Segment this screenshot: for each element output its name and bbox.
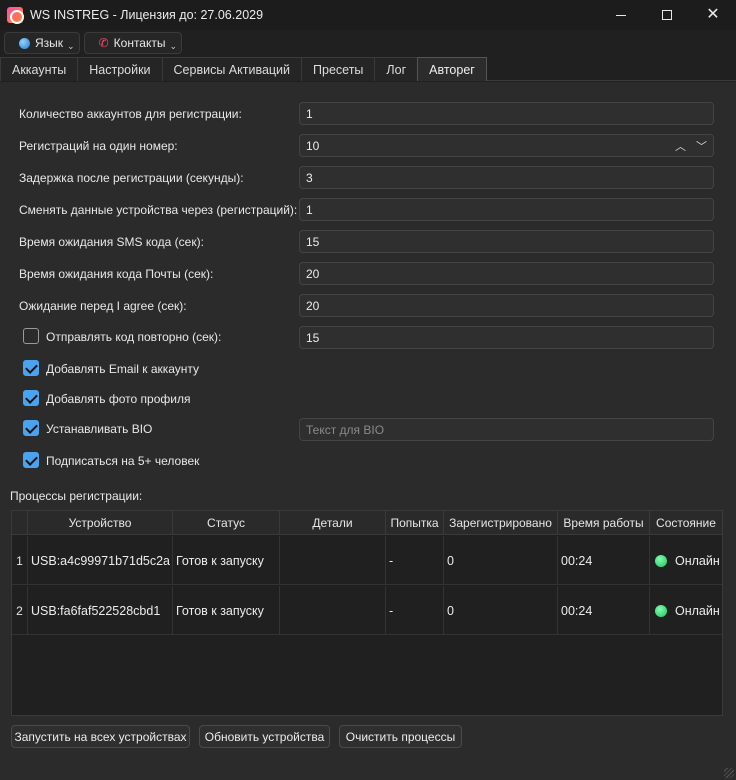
cell-attempt: - bbox=[385, 586, 443, 635]
tab-presets[interactable]: Пресеты bbox=[301, 57, 376, 81]
sms-wait-field[interactable]: 15 bbox=[299, 230, 714, 253]
column-attempt[interactable]: Попытка bbox=[385, 511, 443, 535]
tab-activation-services[interactable]: Сервисы Активаций bbox=[161, 57, 303, 81]
change-device-field[interactable]: 1 bbox=[299, 198, 714, 221]
table-row[interactable]: 1 USB:a4c99971b71d5c2a Готов к запуску -… bbox=[12, 536, 722, 585]
cell-details bbox=[279, 586, 385, 635]
start-all-button[interactable]: Запустить на всех устройствах bbox=[11, 725, 190, 748]
cell-registered: 0 bbox=[443, 536, 557, 585]
language-menu-button[interactable]: Язык ⌄ bbox=[4, 32, 80, 54]
add-email-label: Добавлять Email к аккаунту bbox=[46, 362, 200, 376]
app-logo-icon bbox=[7, 7, 24, 24]
delay-after-reg-label: Задержка после регистрации (секунды): bbox=[19, 171, 244, 185]
window-title: WS INSTREG - Лицензия до: 27.06.2029 bbox=[30, 8, 264, 22]
accounts-count-label: Количество аккаунтов для регистрации: bbox=[19, 107, 242, 121]
cell-attempt: - bbox=[385, 536, 443, 585]
minimize-icon bbox=[616, 14, 626, 16]
clear-processes-button[interactable]: Очистить процессы bbox=[339, 725, 462, 748]
menubar: Язык ⌄ ✆ Контакты ⌄ bbox=[0, 32, 736, 55]
processes-title: Процессы регистрации: bbox=[10, 489, 143, 503]
delay-after-reg-field[interactable]: 3 bbox=[299, 166, 714, 189]
add-photo-label: Добавлять фото профиля bbox=[46, 392, 191, 406]
accounts-count-field[interactable]: 1 bbox=[299, 102, 714, 125]
column-details[interactable]: Детали bbox=[279, 511, 385, 535]
mail-wait-field[interactable]: 20 bbox=[299, 262, 714, 285]
state-label: Онлайн bbox=[675, 553, 720, 568]
follow-checkbox[interactable] bbox=[23, 452, 39, 468]
cell-registered: 0 bbox=[443, 586, 557, 635]
globe-icon bbox=[19, 37, 30, 49]
cell-status: Готов к запуску bbox=[172, 536, 279, 585]
resend-code-checkbox[interactable] bbox=[23, 328, 39, 344]
state-label: Онлайн bbox=[675, 603, 720, 618]
contacts-label: Контакты bbox=[113, 36, 166, 50]
i-agree-wait-field[interactable]: 20 bbox=[299, 294, 714, 317]
sms-wait-label: Время ожидания SMS кода (сек): bbox=[19, 235, 204, 249]
cell-details bbox=[279, 536, 385, 585]
close-button[interactable]: ✕ bbox=[690, 0, 736, 30]
column-device[interactable]: Устройство bbox=[27, 511, 172, 535]
table-row[interactable]: 2 USB:fa6faf522528cbd1 Готов к запуску -… bbox=[12, 586, 722, 635]
bio-text-input[interactable]: Текст для BIO bbox=[299, 418, 714, 441]
refresh-devices-button[interactable]: Обновить устройства bbox=[199, 725, 330, 748]
mail-wait-label: Время ожидания кода Почты (сек): bbox=[19, 267, 214, 281]
tab-settings[interactable]: Настройки bbox=[77, 57, 163, 81]
tab-autoreg[interactable]: Авторег bbox=[417, 57, 487, 81]
column-status[interactable]: Статус bbox=[172, 511, 279, 535]
resend-code-label: Отправлять код повторно (сек): bbox=[46, 330, 222, 344]
cell-state: Онлайн bbox=[649, 536, 722, 585]
language-label: Язык bbox=[35, 36, 64, 50]
cell-device: USB:fa6faf522528cbd1 bbox=[27, 586, 172, 635]
set-bio-label: Устанавливать BIO bbox=[46, 422, 153, 436]
regs-per-number-label: Регистраций на один номер: bbox=[19, 139, 178, 153]
resend-code-field[interactable]: 15 bbox=[299, 326, 714, 349]
contacts-menu-button[interactable]: ✆ Контакты ⌄ bbox=[83, 32, 183, 54]
column-uptime[interactable]: Время работы bbox=[557, 511, 649, 535]
row-number: 1 bbox=[16, 553, 23, 568]
change-device-label: Сменять данные устройства через (регистр… bbox=[19, 203, 298, 217]
cell-uptime: 00:24 bbox=[557, 536, 649, 585]
title-bar: WS INSTREG - Лицензия до: 27.06.2029 ✕ bbox=[0, 0, 736, 30]
chevron-down-icon: ⌄ bbox=[169, 40, 178, 51]
cell-status: Готов к запуску bbox=[172, 586, 279, 635]
cell-uptime: 00:24 bbox=[557, 586, 649, 635]
online-status-icon bbox=[655, 604, 667, 617]
add-email-checkbox[interactable] bbox=[23, 360, 39, 376]
maximize-icon bbox=[662, 10, 672, 20]
row-number: 2 bbox=[16, 603, 23, 618]
cell-device: USB:a4c99971b71d5c2a bbox=[27, 536, 172, 585]
follow-label: Подписаться на 5+ человек bbox=[46, 454, 200, 468]
chevron-down-icon[interactable]: ﹀ bbox=[696, 138, 707, 154]
tab-accounts[interactable]: Аккаунты bbox=[0, 57, 79, 81]
column-registered[interactable]: Зарегистрировано bbox=[443, 511, 557, 535]
table-header: Устройство Статус Детали Попытка Зарегис… bbox=[12, 511, 722, 535]
autoreg-panel: Количество аккаунтов для регистрации: 1 … bbox=[0, 82, 736, 780]
minimize-button[interactable] bbox=[598, 0, 644, 30]
processes-table: Устройство Статус Детали Попытка Зарегис… bbox=[11, 510, 723, 716]
set-bio-checkbox[interactable] bbox=[23, 420, 39, 436]
cell-state: Онлайн bbox=[649, 586, 722, 635]
tab-log[interactable]: Лог bbox=[374, 57, 419, 81]
i-agree-wait-label: Ожидание перед I agree (сек): bbox=[19, 299, 187, 313]
regs-per-number-value: 10 bbox=[306, 138, 320, 153]
column-state[interactable]: Состояние bbox=[649, 511, 722, 535]
chevron-up-icon[interactable]: ︿ bbox=[675, 138, 686, 154]
resize-grip[interactable] bbox=[724, 768, 734, 778]
online-status-icon bbox=[655, 554, 667, 567]
regs-per-number-spinbox[interactable]: 10 ︿ ﹀ bbox=[299, 134, 714, 157]
close-icon: ✕ bbox=[706, 6, 720, 23]
tab-bar: Аккаунты Настройки Сервисы Активаций Пре… bbox=[0, 57, 736, 81]
phone-icon: ✆ bbox=[98, 35, 109, 50]
maximize-button[interactable] bbox=[644, 0, 690, 30]
add-photo-checkbox[interactable] bbox=[23, 390, 39, 406]
chevron-down-icon: ⌄ bbox=[67, 40, 75, 51]
